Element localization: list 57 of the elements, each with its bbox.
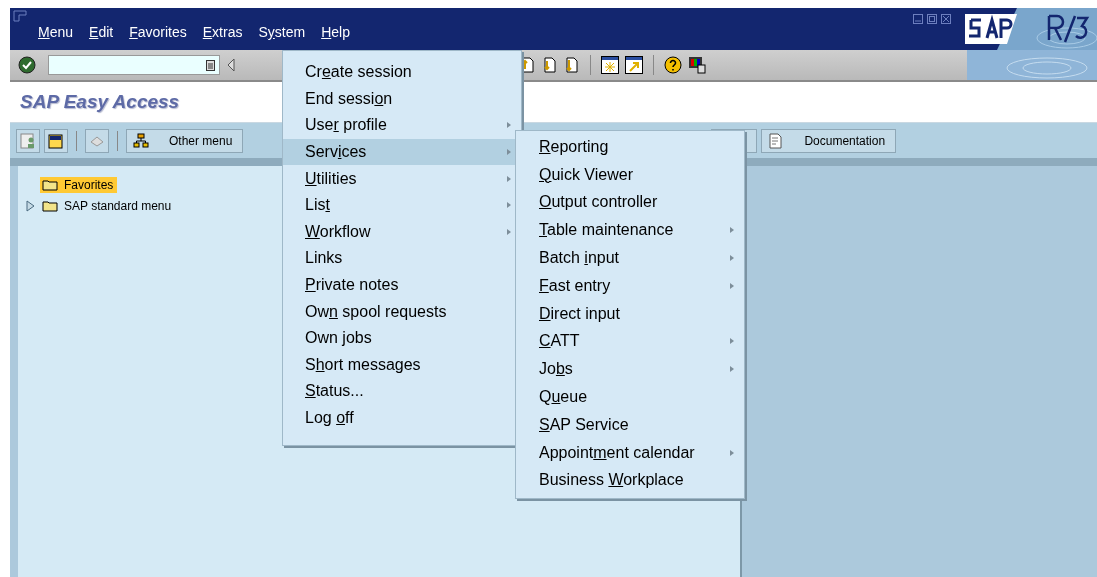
tree-node[interactable]: Favorites [40, 176, 118, 193]
menu-bar-item[interactable]: Menu [30, 22, 82, 42]
tree-node[interactable]: SAP standard menu [40, 197, 176, 214]
submenu-arrow-icon [730, 282, 734, 289]
expand-icon[interactable] [24, 199, 36, 212]
submenu-arrow-icon [730, 338, 734, 345]
menu-entry[interactable]: Table maintenance [516, 216, 744, 245]
menu-entry[interactable]: Fast entry [516, 272, 744, 300]
menu-bar-item[interactable]: System [250, 22, 314, 42]
page-down-icon[interactable] [542, 57, 558, 73]
submenu-arrow-icon [507, 122, 511, 129]
submenu-arrow-icon [730, 255, 734, 262]
menu-bar-item[interactable]: Help [313, 22, 358, 42]
command-field[interactable] [48, 55, 220, 75]
menu-bar-item[interactable]: Extras [194, 22, 251, 42]
page-last-icon[interactable] [564, 57, 580, 73]
maximize-icon[interactable] [927, 14, 937, 24]
submenu-arrow-icon [730, 449, 734, 456]
screen-title: SAP Easy Access [20, 91, 180, 113]
new-session-icon[interactable] [601, 56, 619, 74]
back-arrow-icon[interactable] [226, 58, 236, 72]
menu-bar-item[interactable]: Edit [81, 22, 122, 42]
submenu-arrow-icon [730, 366, 734, 373]
menu-entry[interactable]: Direct input [516, 299, 744, 328]
menu-entry[interactable]: End session [283, 85, 521, 113]
menu-entry[interactable]: Create session [283, 59, 521, 86]
folder-icon [42, 178, 58, 191]
person-icon [20, 132, 36, 149]
minimize-icon[interactable] [913, 14, 923, 24]
document-icon [768, 132, 785, 149]
menu-entry[interactable]: Queue [516, 383, 744, 411]
submenu-arrow-icon [507, 202, 511, 209]
menu-entry[interactable]: CATT [516, 327, 744, 356]
submenu-arrow-icon [507, 228, 511, 235]
menu-entry[interactable]: Output controller [516, 188, 744, 217]
window-menu-icon[interactable] [13, 10, 27, 22]
folder-icon [42, 199, 58, 212]
sap-menu-button[interactable] [44, 128, 68, 153]
check-icon[interactable] [18, 56, 36, 74]
monitor-icon[interactable] [688, 56, 706, 74]
history-icon[interactable] [206, 59, 215, 71]
menu-entry[interactable]: Appointment calendar [516, 438, 744, 467]
menu-entry[interactable]: SAP Service [516, 410, 744, 439]
menu-entry[interactable]: Business Workplace [516, 466, 744, 495]
submenu-arrow-icon [507, 149, 511, 156]
submenu-arrow-icon [730, 227, 734, 234]
shortcut-icon[interactable] [625, 56, 643, 74]
submenu-arrow-icon [507, 175, 511, 182]
close-icon[interactable] [941, 14, 951, 24]
hierarchy-icon [133, 132, 149, 149]
menu-entry[interactable]: Batch input [516, 244, 744, 272]
help-icon[interactable] [664, 56, 682, 74]
toolbar-button[interactable]: Documentation [761, 128, 897, 153]
toolbar-button[interactable]: Other menu [126, 128, 244, 153]
menu-bar-item[interactable]: Favorites [121, 22, 195, 42]
window-icon [48, 132, 64, 149]
menu-entry[interactable]: Jobs [516, 355, 744, 384]
